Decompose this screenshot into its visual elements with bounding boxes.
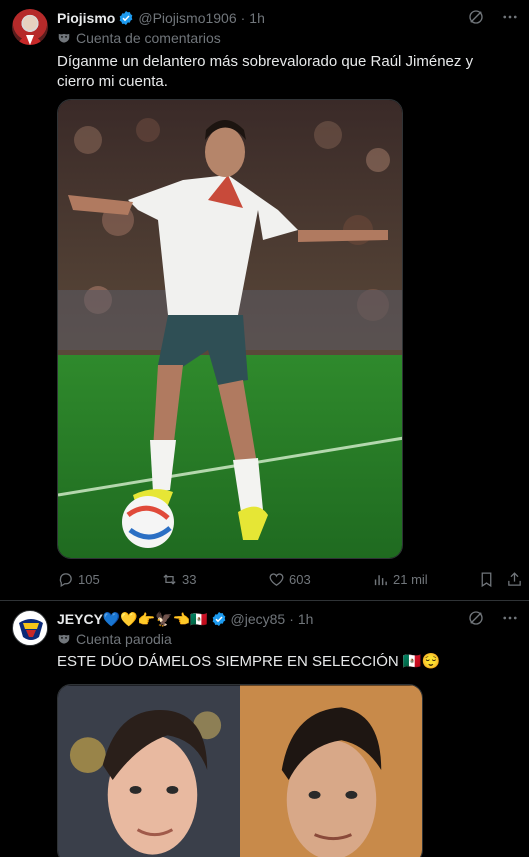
mask-icon xyxy=(57,632,71,646)
verified-badge-icon xyxy=(211,611,227,627)
avatar-jeycy[interactable] xyxy=(12,610,48,646)
tweet-text: ESTE DÚO DÁMELOS SIEMPRE EN SELECCIÓN 🇲🇽… xyxy=(57,653,441,670)
separator-dot: · xyxy=(289,611,294,627)
views-icon xyxy=(374,574,387,585)
reply-icon xyxy=(59,572,72,587)
post-header: JEYCY💙💛👉🦅👈🇲🇽 @jecy85 · 1h xyxy=(57,609,313,629)
like-button[interactable]: 603 xyxy=(268,569,311,589)
verified-badge-icon xyxy=(118,10,134,26)
grok-icon[interactable] xyxy=(467,609,485,627)
grok-icon[interactable] xyxy=(467,8,485,26)
photo-two-players xyxy=(58,685,422,857)
like-count: 603 xyxy=(289,571,311,587)
post-time[interactable]: 1h xyxy=(298,611,314,627)
post-actions: 105 33 603 21 mil xyxy=(57,569,523,589)
post-image[interactable] xyxy=(57,99,403,559)
bookmark-button[interactable] xyxy=(478,569,499,589)
reply-button[interactable]: 105 xyxy=(57,569,100,589)
post-top-actions xyxy=(467,8,519,26)
post-jeycy[interactable]: JEYCY💙💛👉🦅👈🇲🇽 @jecy85 · 1h Cuenta parodia… xyxy=(0,601,529,857)
views-button[interactable]: 21 mil xyxy=(372,569,428,589)
mask-icon xyxy=(57,31,71,45)
user-handle[interactable]: @jecy85 xyxy=(231,611,286,627)
display-name[interactable]: Piojismo xyxy=(57,10,115,26)
user-handle[interactable]: @Piojismo1906 xyxy=(138,10,236,26)
separator-dot: · xyxy=(240,10,246,26)
share-button[interactable] xyxy=(506,569,527,589)
share-icon xyxy=(508,571,521,586)
post-header: Piojismo @Piojismo1906 · 1h xyxy=(57,8,265,28)
tweet-text: Díganme un delantero más sobrevalorado q… xyxy=(57,53,474,90)
repost-icon xyxy=(163,573,176,585)
post-top-actions xyxy=(467,609,519,627)
like-icon xyxy=(269,572,284,586)
account-label: Cuenta parodia xyxy=(57,630,172,648)
repost-count: 33 xyxy=(182,571,197,587)
more-icon[interactable] xyxy=(501,8,519,26)
views-count: 21 mil xyxy=(393,571,428,587)
account-label: Cuenta de comentarios xyxy=(57,29,221,47)
post-piojismo[interactable]: Piojismo @Piojismo1906 · 1h Cuenta de co… xyxy=(0,0,529,601)
more-icon[interactable] xyxy=(501,609,519,627)
display-name[interactable]: JEYCY💙💛👉🦅👈🇲🇽 xyxy=(57,611,208,628)
bookmark-icon xyxy=(481,571,492,587)
account-label-text: Cuenta de comentarios xyxy=(76,30,221,46)
account-label-text: Cuenta parodia xyxy=(76,631,172,647)
post-time[interactable]: 1h xyxy=(249,10,265,26)
reply-count: 105 xyxy=(78,571,100,587)
repost-button[interactable]: 33 xyxy=(161,569,196,589)
avatar-piojismo[interactable] xyxy=(12,9,48,45)
photo-footballer xyxy=(58,100,402,558)
post-image[interactable] xyxy=(57,684,423,857)
